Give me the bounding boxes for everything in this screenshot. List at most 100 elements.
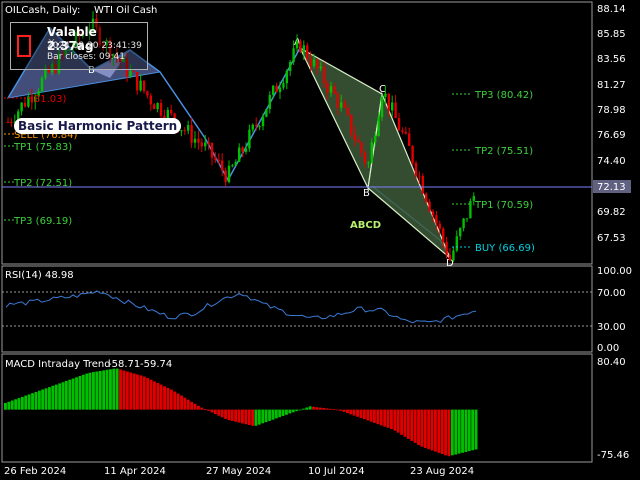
- price-tick: 69.82: [597, 207, 626, 218]
- time-label: 27 May 2024: [206, 466, 271, 477]
- rsi-line: [5, 290, 477, 324]
- macd-bar: [34, 392, 38, 410]
- candle-body: [408, 133, 411, 146]
- candle-body: [316, 59, 319, 69]
- candle-body: [20, 102, 23, 112]
- instrument-name: WTI Oil Cash: [94, 5, 157, 16]
- macd-bar: [17, 398, 21, 410]
- macd-bar: [403, 409, 407, 437]
- macd-bar: [474, 409, 478, 450]
- macd-bar: [92, 372, 95, 410]
- macd-histogram: [4, 368, 478, 457]
- left-tp3-level: TP3 (69.19): [13, 216, 72, 227]
- macd-bar: [169, 389, 173, 410]
- abcd-pattern: A C B D ABCD: [294, 37, 454, 269]
- macd-bar: [159, 384, 163, 410]
- macd-bar: [81, 374, 85, 410]
- left-level-81: (81.03): [30, 94, 67, 105]
- candle-body: [394, 102, 397, 118]
- macd-bar: [437, 409, 441, 453]
- macd-bar: [390, 409, 393, 429]
- time-label: 10 Jul 2024: [308, 466, 365, 477]
- candle-body: [360, 142, 363, 153]
- macd-bar: [230, 409, 234, 421]
- candle-body: [244, 148, 248, 152]
- macd-bar: [329, 408, 332, 410]
- macd-bar: [58, 383, 62, 410]
- candle-body: [397, 117, 401, 131]
- candle-body: [370, 142, 373, 163]
- macd-bar: [467, 409, 471, 452]
- macd-bar: [461, 409, 464, 453]
- candle-body: [418, 175, 421, 177]
- candle-body: [435, 215, 438, 224]
- candle-body: [204, 142, 207, 147]
- price-tick: 85.85: [597, 29, 626, 40]
- candle-body: [306, 45, 309, 59]
- macd-bar: [78, 376, 82, 410]
- candle-body: [146, 91, 149, 96]
- candle-body: [469, 200, 472, 219]
- macd-bar: [440, 409, 444, 455]
- candle-body: [353, 134, 356, 140]
- macd-bar: [430, 409, 434, 451]
- macd-bar: [132, 373, 136, 410]
- candle-body: [227, 165, 231, 183]
- candle-body: [350, 114, 353, 135]
- macd-bar: [373, 409, 376, 423]
- macd-bar: [105, 369, 109, 410]
- macd-bar: [410, 409, 414, 441]
- trading-chart-window: X B A C B D ABCD (81.03) SELL (76.84) TP…: [0, 0, 640, 480]
- macd-bar: [434, 409, 437, 452]
- candle-body: [428, 201, 431, 212]
- candle-body: [258, 126, 261, 128]
- candle-body: [302, 45, 305, 53]
- macd-bar: [285, 409, 288, 415]
- macd-bar: [312, 406, 315, 410]
- macd-bar: [420, 409, 424, 447]
- macd-bar: [278, 409, 282, 418]
- candle-body: [309, 58, 312, 67]
- left-tp2-level: TP2 (72.51): [13, 178, 72, 189]
- macd-bar: [10, 400, 14, 410]
- macd-bar: [322, 408, 326, 410]
- macd-bar: [180, 395, 183, 410]
- price-axis: 88.14 85.85 83.56 81.27 78.98 76.69 74.4…: [593, 4, 631, 244]
- macd-bar: [119, 369, 122, 410]
- candle-body: [312, 59, 316, 67]
- candle-body: [278, 87, 282, 93]
- macd-bar: [274, 409, 278, 419]
- macd-bar: [454, 409, 458, 455]
- macd-bar: [190, 401, 194, 410]
- candle-body: [384, 93, 387, 97]
- candle-body: [153, 104, 156, 110]
- macd-bar: [301, 408, 305, 410]
- macd-title: MACD Intraday Trend: [5, 359, 111, 370]
- candle-body: [404, 131, 407, 134]
- macd-bar: [213, 409, 217, 414]
- candle-body: [292, 48, 295, 62]
- macd-bar: [200, 407, 204, 410]
- macd-bar: [251, 409, 255, 426]
- candle-body: [380, 96, 384, 118]
- right-buy-level: BUY (66.69): [475, 243, 535, 254]
- alert-square-icon: [17, 35, 31, 57]
- macd-bar: [27, 394, 31, 410]
- pattern-name-badge: Basic Harmonic Pattern: [14, 118, 182, 134]
- macd-bar: [227, 409, 231, 421]
- macd-bar: [281, 409, 285, 416]
- candle-body: [363, 152, 367, 164]
- macd-bar: [224, 409, 227, 419]
- macd-bar: [366, 409, 370, 421]
- candle-body: [299, 40, 302, 53]
- candle-body: [268, 95, 271, 109]
- harmonic-zigzag-line: [159, 47, 301, 182]
- macd-bar: [41, 389, 45, 410]
- macd-bar: [186, 399, 190, 410]
- macd-bar: [95, 371, 99, 410]
- info-time: 2024.09.20 23:41:39: [47, 41, 142, 51]
- macd-bar: [393, 409, 397, 431]
- price-tick: 88.14: [597, 4, 626, 15]
- macd-bar: [386, 409, 390, 428]
- macd-bar: [406, 409, 410, 439]
